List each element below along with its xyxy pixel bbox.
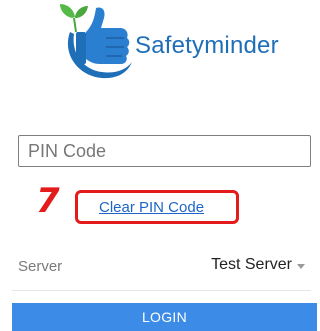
login-button[interactable]: LOGIN <box>12 303 317 331</box>
divider <box>12 290 311 291</box>
annotation-step-number: 7 <box>36 181 60 221</box>
login-screen: Safetyminder 7 Clear PIN Code Server Tes… <box>0 0 317 331</box>
caret-down-icon <box>297 263 305 269</box>
server-selected-value: Test Server <box>211 256 292 273</box>
brand-name: Safetyminder <box>135 32 279 59</box>
thumbs-up-leaf-icon <box>60 4 132 79</box>
server-label: Server <box>18 258 63 275</box>
clear-pin-code-link[interactable]: Clear PIN Code <box>99 199 204 216</box>
app-logo: Safetyminder <box>56 2 296 82</box>
server-dropdown[interactable]: Test Server <box>211 256 305 274</box>
pin-code-input[interactable] <box>18 135 311 167</box>
